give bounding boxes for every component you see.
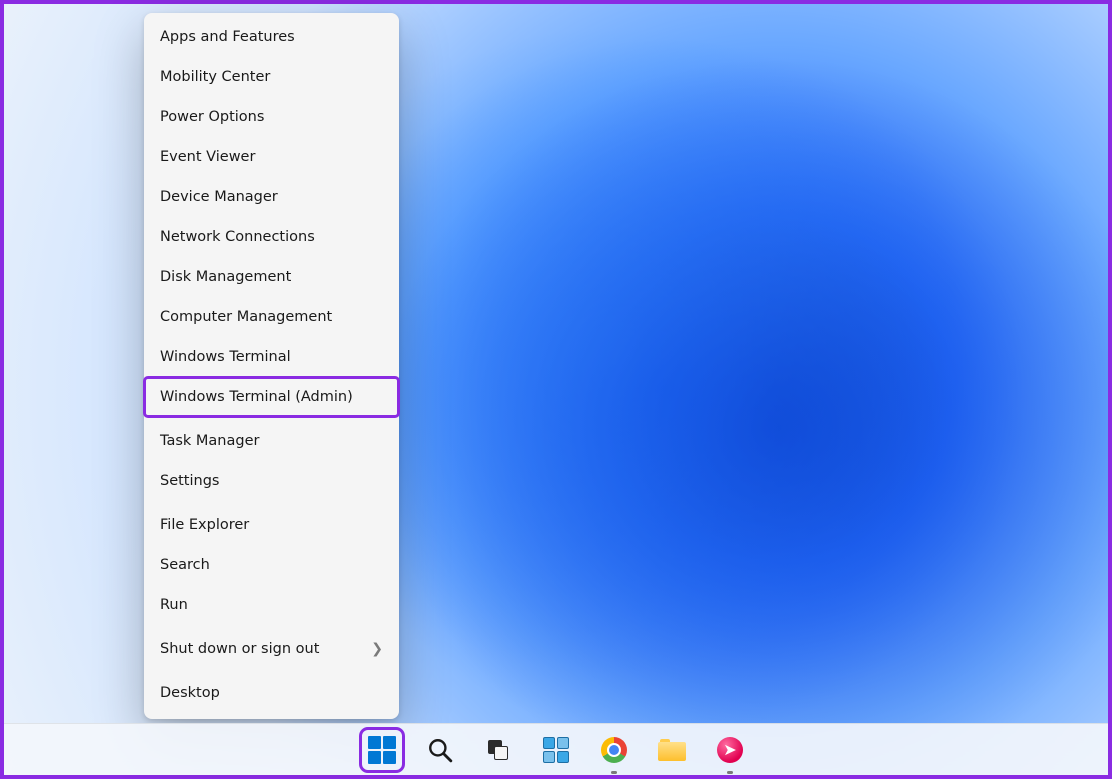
widgets-button[interactable]	[536, 730, 576, 770]
task-view-icon	[485, 737, 511, 763]
menu-item-label: Power Options	[160, 109, 264, 125]
menu-item-label: Event Viewer	[160, 149, 255, 165]
menu-item-event-viewer[interactable]: Event Viewer	[144, 137, 399, 177]
winx-context-menu: Apps and Features Mobility Center Power Op…	[144, 13, 399, 719]
widgets-icon	[543, 737, 569, 763]
menu-item-label: Desktop	[160, 685, 220, 701]
menu-item-search[interactable]: Search	[144, 545, 399, 585]
menu-item-label: Windows Terminal (Admin)	[160, 389, 353, 405]
running-indicator	[611, 771, 617, 774]
task-view-button[interactable]	[478, 730, 518, 770]
menu-item-computer-management[interactable]: Computer Management	[144, 297, 399, 337]
menu-item-run[interactable]: Run	[144, 585, 399, 625]
menu-item-windows-terminal-admin[interactable]: Windows Terminal (Admin)	[144, 377, 399, 417]
menu-item-label: Task Manager	[160, 433, 259, 449]
menu-item-network-connections[interactable]: Network Connections	[144, 217, 399, 257]
menu-item-task-manager[interactable]: Task Manager	[144, 421, 399, 461]
menu-item-windows-terminal[interactable]: Windows Terminal	[144, 337, 399, 377]
media-app-icon: ➤	[717, 737, 743, 763]
chrome-icon	[601, 737, 627, 763]
menu-item-disk-management[interactable]: Disk Management	[144, 257, 399, 297]
menu-item-label: Shut down or sign out	[160, 641, 319, 657]
menu-item-desktop[interactable]: Desktop	[144, 673, 399, 713]
menu-item-label: Settings	[160, 473, 219, 489]
menu-item-shut-down-or-sign-out[interactable]: Shut down or sign out ❯	[144, 629, 399, 669]
taskbar: ➤	[4, 723, 1108, 775]
menu-item-label: Network Connections	[160, 229, 315, 245]
menu-item-label: Windows Terminal	[160, 349, 291, 365]
search-button[interactable]	[420, 730, 460, 770]
menu-item-label: File Explorer	[160, 517, 249, 533]
menu-item-device-manager[interactable]: Device Manager	[144, 177, 399, 217]
menu-item-apps-and-features[interactable]: Apps and Features	[144, 17, 399, 57]
chrome-app[interactable]	[594, 730, 634, 770]
menu-item-settings[interactable]: Settings	[144, 461, 399, 501]
windows-start-icon	[368, 736, 396, 764]
search-icon	[427, 737, 453, 763]
menu-item-label: Device Manager	[160, 189, 278, 205]
menu-item-label: Disk Management	[160, 269, 291, 285]
menu-item-label: Computer Management	[160, 309, 332, 325]
file-explorer-app[interactable]	[652, 730, 692, 770]
start-button[interactable]	[362, 730, 402, 770]
file-explorer-icon	[658, 739, 686, 761]
chevron-right-icon: ❯	[371, 641, 383, 657]
running-indicator	[727, 771, 733, 774]
menu-item-power-options[interactable]: Power Options	[144, 97, 399, 137]
menu-item-mobility-center[interactable]: Mobility Center	[144, 57, 399, 97]
media-app[interactable]: ➤	[710, 730, 750, 770]
menu-item-label: Run	[160, 597, 188, 613]
menu-item-label: Apps and Features	[160, 29, 295, 45]
menu-item-label: Search	[160, 557, 210, 573]
menu-item-label: Mobility Center	[160, 69, 270, 85]
menu-item-file-explorer[interactable]: File Explorer	[144, 505, 399, 545]
